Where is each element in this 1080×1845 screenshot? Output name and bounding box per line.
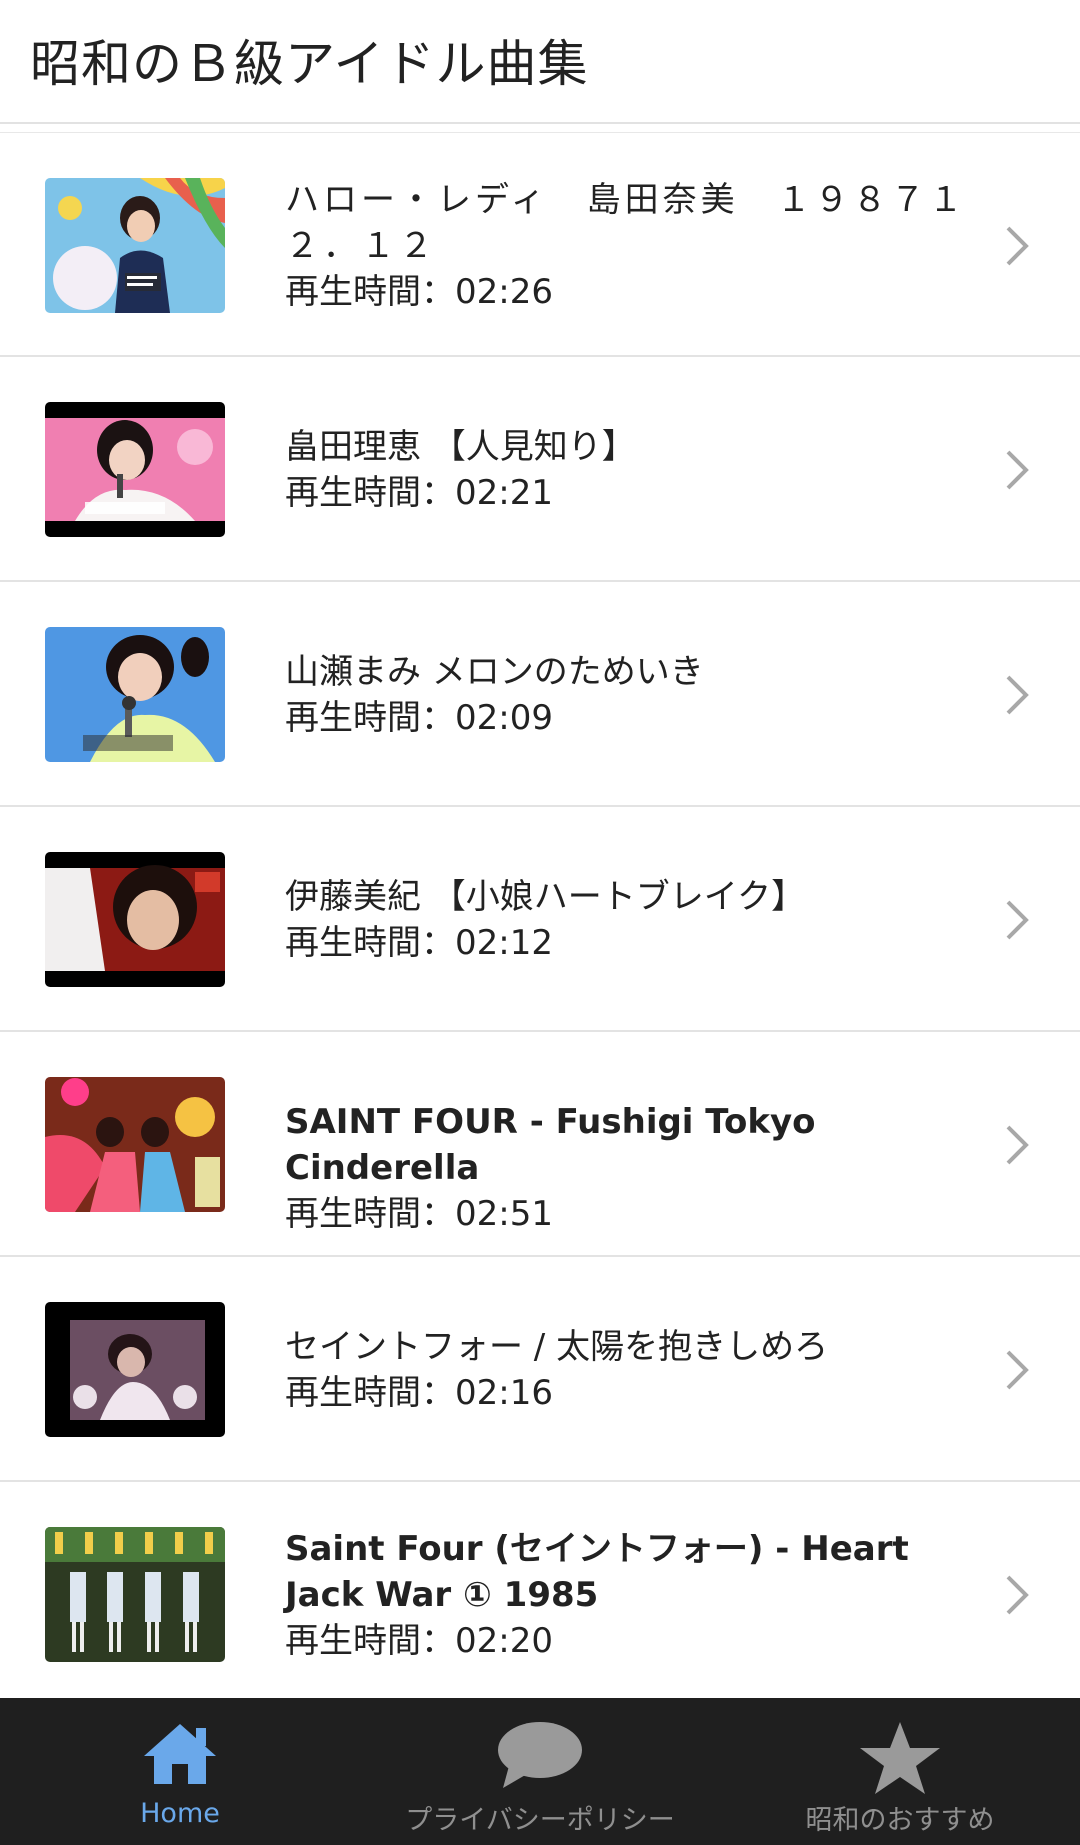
video-list-item[interactable]: セイントフォー / 太陽を抱きしめろ 再生時間：02:16 bbox=[0, 1257, 1080, 1482]
video-duration: 再生時間：02:21 bbox=[285, 473, 553, 513]
video-list-item[interactable]: Saint Four (セイントフォー) - Heart Jack War ① … bbox=[0, 1482, 1080, 1707]
video-duration: 再生時間：02:12 bbox=[285, 923, 553, 963]
video-list-item[interactable]: 山瀬まみ メロンのためいき 再生時間：02:09 bbox=[0, 582, 1080, 807]
tab-home[interactable]: Home bbox=[0, 1698, 360, 1845]
video-list-item[interactable]: 畠田理恵 【人見知り】 再生時間：02:21 bbox=[0, 357, 1080, 582]
video-duration: 再生時間：02:51 bbox=[285, 1194, 553, 1234]
video-title: 畠田理恵 【人見知り】 bbox=[285, 427, 636, 467]
video-thumbnail bbox=[45, 1077, 225, 1212]
chevron-right-icon bbox=[1006, 1575, 1029, 1615]
tab-home-label: Home bbox=[140, 1798, 220, 1829]
video-list-item[interactable]: SAINT FOUR - Fushigi Tokyo Cinderella 再生… bbox=[0, 1032, 1080, 1257]
star-icon bbox=[860, 1722, 940, 1794]
video-list: ハロー・レディ 島田奈美 １９８７１２．１２ 再生時間：02:26 畠田理恵 【… bbox=[0, 132, 1080, 1707]
chevron-right-icon bbox=[1006, 1350, 1029, 1390]
video-thumbnail bbox=[45, 627, 225, 762]
video-thumbnail bbox=[45, 178, 225, 313]
video-thumbnail bbox=[45, 402, 225, 537]
chevron-right-icon bbox=[1006, 450, 1029, 490]
video-title: セイントフォー / 太陽を抱きしめろ bbox=[285, 1327, 829, 1367]
chevron-right-icon bbox=[1006, 226, 1029, 266]
video-title: Saint Four (セイントフォー) - Heart Jack War ① … bbox=[285, 1529, 909, 1615]
home-icon bbox=[144, 1724, 216, 1784]
video-duration: 再生時間：02:09 bbox=[285, 698, 553, 738]
video-title: ハロー・レディ 島田奈美 １９８７１２．１２ bbox=[285, 180, 967, 266]
bottom-tab-bar: Home プライバシーポリシー 昭和のおすすめ bbox=[0, 1698, 1080, 1845]
app-title: 昭和のＢ級アイドル曲集 bbox=[30, 35, 589, 93]
video-title: SAINT FOUR - Fushigi Tokyo Cinderella bbox=[285, 1102, 816, 1188]
video-list-item[interactable]: 伊藤美紀 【小娘ハートブレイク】 再生時間：02:12 bbox=[0, 807, 1080, 1032]
video-thumbnail bbox=[45, 1527, 225, 1662]
tab-showa-recommended[interactable]: 昭和のおすすめ bbox=[720, 1698, 1080, 1845]
video-title: 伊藤美紀 【小娘ハートブレイク】 bbox=[285, 877, 806, 917]
video-list-item[interactable]: ハロー・レディ 島田奈美 １９８７１２．１２ 再生時間：02:26 bbox=[0, 132, 1080, 357]
tab-privacy-policy-label: プライバシーポリシー bbox=[405, 1805, 675, 1836]
video-duration: 再生時間：02:20 bbox=[285, 1621, 553, 1661]
video-duration: 再生時間：02:16 bbox=[285, 1373, 553, 1413]
video-thumbnail bbox=[45, 852, 225, 987]
chat-bubble-icon bbox=[498, 1722, 582, 1788]
chevron-right-icon bbox=[1006, 900, 1029, 940]
video-duration: 再生時間：02:26 bbox=[285, 272, 553, 312]
chevron-right-icon bbox=[1006, 675, 1029, 715]
video-title: 山瀬まみ メロンのためいき bbox=[285, 652, 704, 692]
app-header: 昭和のＢ級アイドル曲集 bbox=[0, 0, 1080, 124]
tab-showa-recommended-label: 昭和のおすすめ bbox=[805, 1805, 995, 1836]
chevron-right-icon bbox=[1006, 1125, 1029, 1165]
tab-privacy-policy[interactable]: プライバシーポリシー bbox=[360, 1698, 720, 1845]
video-thumbnail bbox=[45, 1302, 225, 1437]
